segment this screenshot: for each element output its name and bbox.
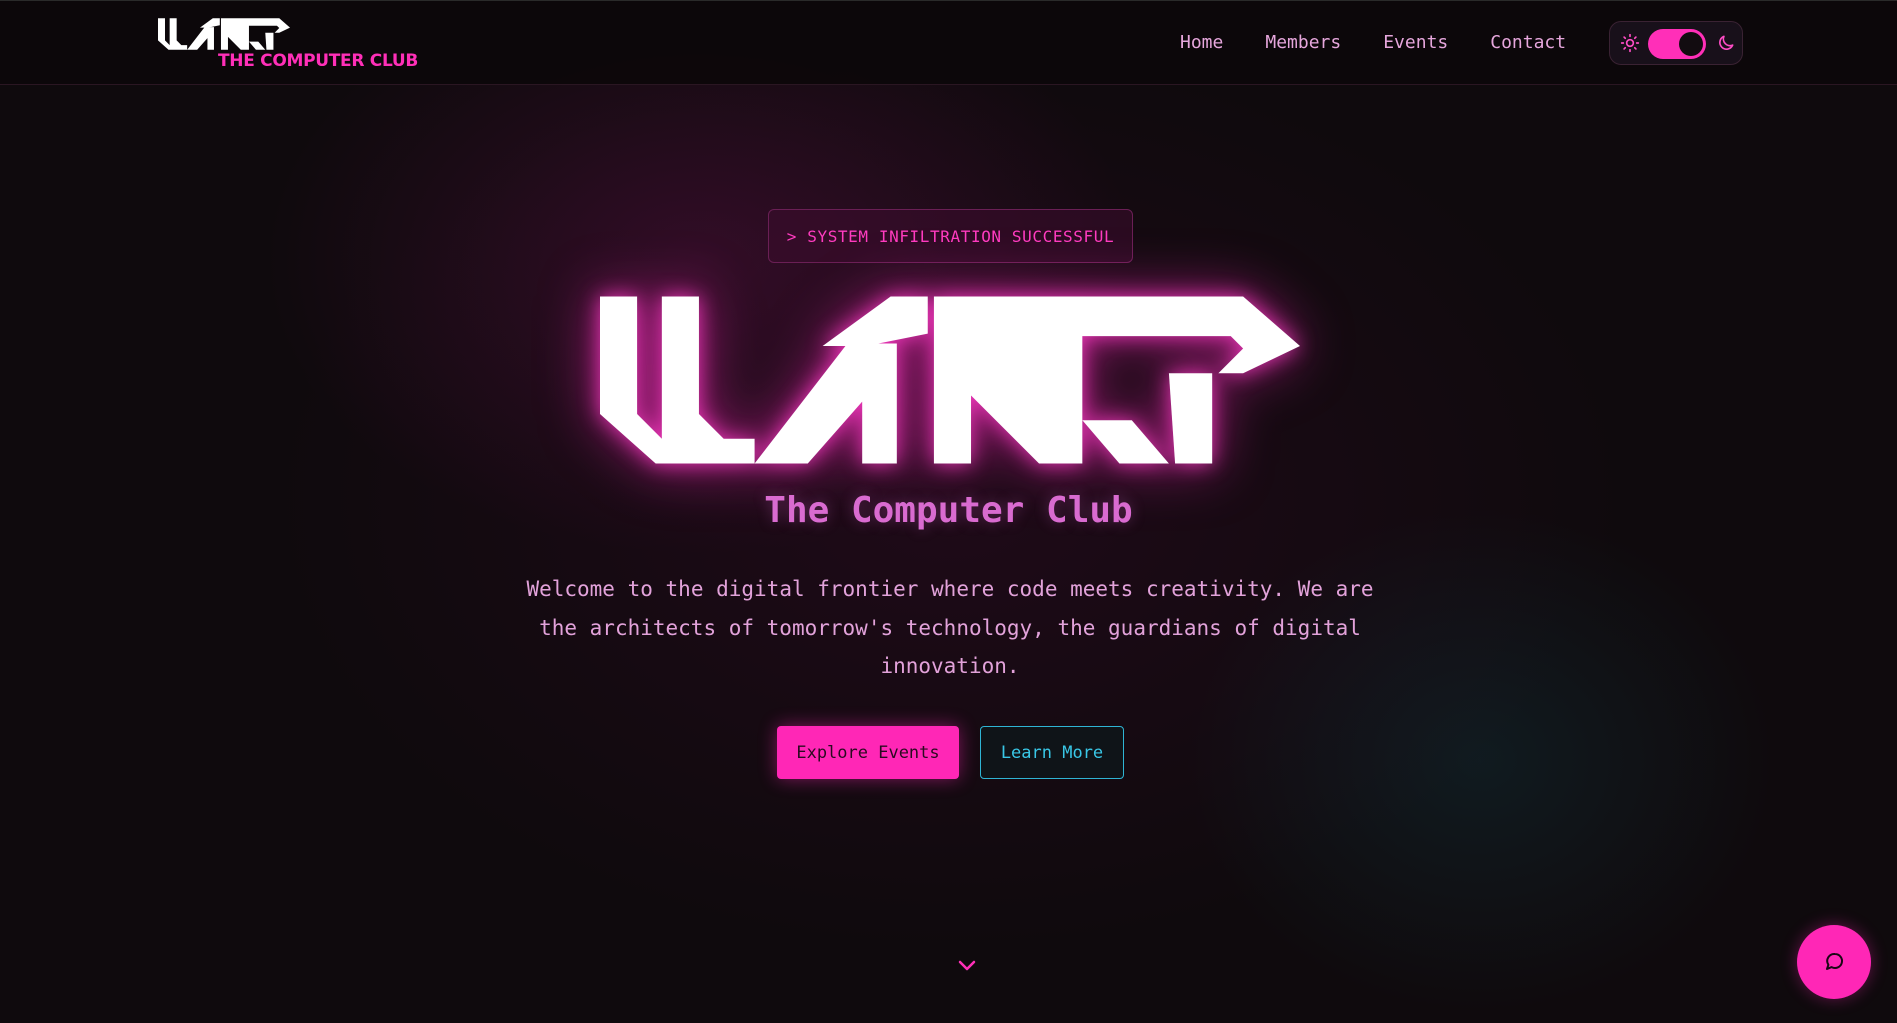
nav-link-home[interactable]: Home	[1180, 32, 1223, 53]
nav-link-contact[interactable]: Contact	[1490, 32, 1566, 53]
logo-subtitle: THE COMPUTER CLUB	[218, 51, 419, 71]
navbar: THE COMPUTER CLUB Home Members Events Co…	[0, 0, 1897, 85]
hero-description: Welcome to the digital frontier where co…	[526, 577, 1374, 678]
moon-icon[interactable]	[1716, 33, 1736, 53]
nav-links: Home Members Events Contact	[1180, 32, 1608, 53]
switch-knob	[1679, 32, 1703, 56]
hero-title: The Computer Club	[764, 490, 1133, 531]
learn-more-button[interactable]: Learn More	[980, 726, 1124, 779]
nav-link-members[interactable]: Members	[1265, 32, 1341, 53]
theme-switch[interactable]	[1648, 29, 1706, 59]
chat-button[interactable]	[1797, 925, 1871, 999]
chat-bubble-icon	[1826, 952, 1844, 970]
warp-logo-mark	[158, 18, 290, 50]
theme-toggle	[1609, 21, 1743, 65]
status-badge: > SYSTEM INFILTRATION SUCCESSFUL	[768, 209, 1133, 263]
nav-link-events[interactable]: Events	[1383, 32, 1448, 53]
chevron-down-icon[interactable]	[955, 953, 979, 977]
explore-events-button[interactable]: Explore Events	[777, 726, 959, 779]
sun-icon[interactable]	[1620, 33, 1640, 53]
warp-logo-large	[600, 296, 1300, 464]
hero-logo	[600, 290, 1300, 470]
site-logo[interactable]: THE COMPUTER CLUB	[158, 17, 418, 75]
